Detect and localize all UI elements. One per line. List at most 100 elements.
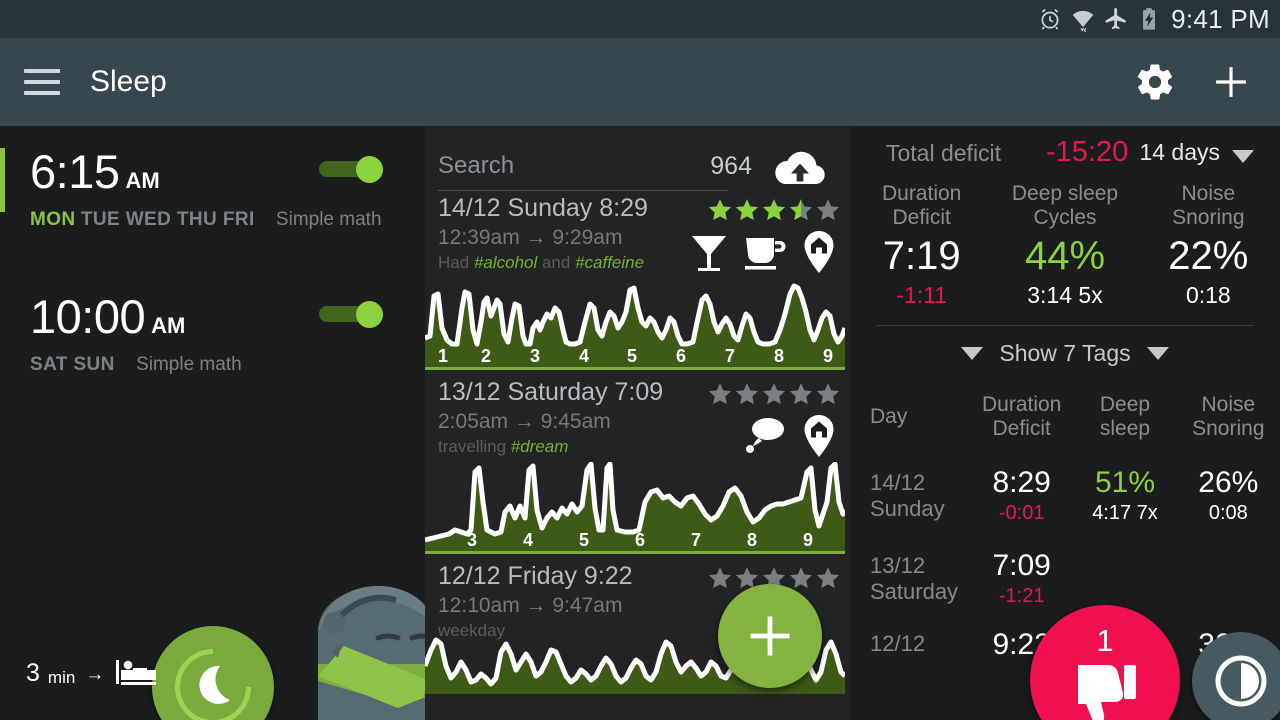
metric-header-line1: Noise: [1181, 182, 1236, 205]
day-line1: 12/12: [870, 631, 926, 657]
record-rating[interactable]: [707, 197, 841, 223]
table-row[interactable]: 13/12 Saturday 7:09 -1:21: [850, 550, 1280, 608]
hour-label: 7: [724, 346, 736, 366]
hamburger-menu-icon[interactable]: [24, 69, 60, 95]
day-line1: 13/12: [870, 552, 926, 578]
deficit-value: -1:21: [998, 584, 1045, 607]
caret-down-icon[interactable]: [1232, 150, 1254, 164]
record-tag[interactable]: #dream: [511, 437, 569, 456]
app-bar-actions: [1134, 61, 1280, 103]
search-field: [438, 152, 728, 191]
star-icon-empty: [789, 383, 813, 405]
star-icon-empty: [816, 199, 840, 221]
search-input[interactable]: [438, 152, 728, 191]
sleep-record[interactable]: 13/12 Saturday 7:09 2:05am → 9:45am trav…: [425, 376, 850, 554]
graph-hour-labels: 3 4 5 6 7 8 9: [425, 530, 845, 552]
plus-icon[interactable]: [1210, 61, 1252, 103]
sleep-now-button[interactable]: [152, 626, 274, 720]
android-mascot-illustration: [318, 586, 448, 720]
total-deficit-row: Total deficit -15:20 14 days: [850, 126, 1280, 182]
alarm-icon: [1041, 8, 1059, 30]
metric-deep-sleep-cycles: Deep sleep Cycles 44% 3:14 5x: [993, 182, 1136, 309]
hour-label: 8: [773, 346, 785, 366]
metric-subvalue: 3:14 5x: [1027, 282, 1103, 309]
metric-header-line2: Deficit: [892, 206, 951, 230]
record-tag-icons: [742, 414, 836, 458]
header-line1: Deep: [1099, 393, 1151, 417]
thumbs-down-icon: [1078, 665, 1136, 720]
record-tag[interactable]: #alcohol: [474, 253, 537, 272]
record-rating[interactable]: [707, 381, 841, 407]
column-header-day: Day: [850, 405, 970, 429]
alarm-item[interactable]: 10:00 AM SAT SUN Simple math: [0, 271, 425, 376]
metric-subvalue: -1:11: [896, 282, 948, 309]
sleep-clock-icon: [1215, 655, 1267, 707]
rate-sleep-button[interactable]: 1: [1030, 605, 1180, 720]
status-bar: 9:41 PM: [0, 0, 1280, 38]
plus-icon: [750, 616, 790, 656]
show-tags-toggle[interactable]: Show 7 Tags: [850, 340, 1280, 367]
header-line2: sleep: [1099, 417, 1151, 441]
hour-label: 5: [626, 346, 638, 366]
alarm-item[interactable]: 6:15 AM MON TUE WED THU FRI Simple math: [0, 126, 425, 231]
alarm-toggle[interactable]: [319, 156, 383, 183]
app-root: 9:41 PM Sleep 6:15 AM MON TUE WED THU FR…: [0, 0, 1280, 720]
header-line2: Deficit: [992, 417, 1051, 441]
graph-baseline: [425, 551, 845, 554]
alarm-note: Simple math: [136, 354, 242, 375]
hour-label: 6: [634, 530, 646, 550]
hour-label: 4: [522, 530, 534, 550]
stats-divider: [876, 325, 1254, 327]
cell-noise: 26% 0:08: [1177, 467, 1280, 525]
graph-baseline: [425, 367, 845, 370]
add-record-button[interactable]: [718, 584, 822, 688]
coffee-cup-icon: [745, 238, 786, 270]
alarm-time-ampm: AM: [151, 313, 186, 338]
cell-noise: [1177, 577, 1280, 581]
alarm-time-ampm: AM: [125, 168, 160, 193]
page-title: Sleep: [90, 65, 167, 98]
gear-icon[interactable]: [1134, 61, 1176, 103]
table-header-row: Day Duration Deficit Deep sleep Noise Sn…: [850, 393, 1280, 441]
metric-header: Deep sleep Cycles: [993, 182, 1136, 230]
cloud-record-count: 964: [710, 152, 752, 180]
total-deficit-label: Total deficit: [886, 140, 1002, 166]
sleep-record[interactable]: 14/12 Sunday 8:29 12:39am → 9:29am Had #…: [425, 192, 850, 370]
cloud-upload-icon[interactable]: [772, 148, 828, 190]
period-selector-label[interactable]: 14 days: [1139, 139, 1220, 166]
cell-deep-sleep: 51% 4:17 7x: [1073, 465, 1176, 525]
alarm-toggle[interactable]: [319, 301, 383, 328]
table-row[interactable]: 14/12 Sunday 8:29 -0:01 51% 4:17 7x 26% …: [850, 465, 1280, 525]
sleep-graph: 1 2 3 4 5 6 7 8 9: [425, 278, 845, 370]
star-icon-empty: [762, 383, 786, 405]
metric-value: 22%: [1168, 234, 1249, 279]
metric-header-line1: Deep sleep: [1011, 182, 1119, 205]
cell-day: 14/12 Sunday: [850, 470, 970, 523]
time-to-bed-value: 3: [26, 659, 40, 687]
hour-label: 4: [578, 346, 590, 366]
cocktail-icon: [692, 236, 726, 271]
column-header-noise: Noise Snoring: [1177, 393, 1280, 441]
day-line2: Sunday: [870, 496, 945, 522]
record-tag[interactable]: #caffeine: [575, 253, 644, 272]
alarms-panel: 6:15 AM MON TUE WED THU FRI Simple math 1…: [0, 126, 448, 720]
hour-label: 8: [746, 530, 758, 550]
metric-header-line2: Snoring: [1172, 206, 1245, 230]
hour-label: 3: [529, 346, 541, 366]
home-location-pin-icon: [804, 415, 834, 457]
search-row: 964: [425, 126, 850, 192]
rate-badge-count: 1: [1096, 623, 1114, 658]
moon-icon: [199, 665, 230, 704]
day-line2: Saturday: [870, 579, 959, 605]
star-icon-filled: [708, 199, 732, 221]
star-icon-empty: [735, 383, 759, 405]
cell-day: 13/12 Saturday: [850, 553, 970, 606]
sleep-graph: 3 4 5 6 7 8 9: [425, 462, 845, 554]
time-to-bed-unit: min: [47, 668, 76, 687]
caret-down-icon: [961, 346, 984, 360]
toggle-knob: [356, 301, 383, 328]
column-header-duration: Duration Deficit: [970, 393, 1073, 441]
record-note-prefix: Had: [438, 253, 474, 272]
deep-sleep-value: 51%: [1094, 465, 1156, 499]
record-header: 14/12 Sunday 8:29 12:39am → 9:29am Had #…: [425, 192, 850, 278]
